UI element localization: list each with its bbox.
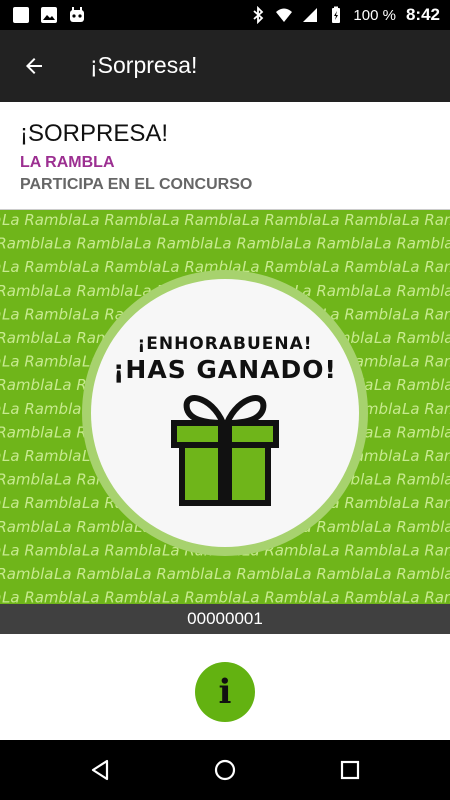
- pattern-word: La Rambla: [242, 589, 321, 604]
- back-triangle-icon: [91, 759, 109, 781]
- pattern-word: La Rambla: [322, 258, 401, 276]
- pattern-word: La Rambla: [402, 211, 450, 229]
- android-robot-icon: [70, 7, 84, 22]
- pattern-word: La Rambla: [162, 589, 241, 604]
- promo-subtitle: PARTICIPA EN EL CONCURSO: [20, 176, 253, 193]
- pattern-word: La Rambla: [82, 258, 161, 276]
- pattern-word: La Rambla: [242, 211, 321, 229]
- pattern-word: La Rambla: [374, 235, 450, 253]
- prize-badge: ¡ENHORABUENA! ¡HAS GANADO!: [91, 279, 359, 547]
- image-icon: [41, 7, 57, 23]
- status-right: 100 % 8:42: [249, 0, 440, 30]
- pattern-word: La Rambla: [294, 565, 373, 583]
- wifi-icon: [276, 8, 293, 22]
- pattern-word: La Rambla: [134, 565, 213, 583]
- pattern-word: La Rambla: [0, 282, 53, 300]
- pattern-word: La Rambla: [2, 447, 81, 465]
- info-icon: i: [218, 672, 232, 712]
- pattern-word: La Rambla: [54, 518, 133, 536]
- app-square-icon: [13, 7, 29, 23]
- promo-title: ¡SORPRESA!: [20, 120, 169, 147]
- pattern-word: La Rambla: [374, 329, 450, 347]
- recents-square-icon: [340, 760, 360, 780]
- nav-back-button[interactable]: [80, 750, 120, 790]
- pattern-word: La Rambla: [0, 423, 53, 441]
- pattern-word: La Rambla: [402, 589, 450, 604]
- app-bar: ¡Sorpresa!: [0, 30, 450, 102]
- pattern-word: La Rambla: [82, 541, 161, 559]
- pattern-word: La Rambla: [0, 376, 53, 394]
- promo-header: ¡SORPRESA! LA RAMBLA PARTICIPA EN EL CON…: [0, 102, 450, 210]
- pattern-word: La Rambla: [214, 565, 293, 583]
- pattern-word: La Rambla: [374, 282, 450, 300]
- app-bar-title: ¡Sorpresa!: [90, 52, 198, 78]
- gift-icon: [171, 395, 279, 506]
- pattern-word: La Rambla: [402, 400, 450, 418]
- status-bar: 100 % 8:42: [0, 0, 450, 30]
- arrow-left-icon: [26, 58, 42, 74]
- pattern-word: La Rambla: [214, 235, 293, 253]
- signal-icon: [303, 8, 318, 22]
- bottom-panel: i: [0, 634, 450, 740]
- nav-recents-button[interactable]: [330, 750, 370, 790]
- pattern-word: La Rambla: [134, 235, 213, 253]
- pattern-word: La Rambla: [402, 353, 450, 371]
- bluetooth-icon: [253, 6, 264, 24]
- pattern-word: La Rambla: [374, 471, 450, 489]
- pattern-word: La Rambla: [402, 541, 450, 559]
- pattern-word: La Rambla: [374, 518, 450, 536]
- pattern-word: La Rambla: [2, 353, 81, 371]
- prize-won-text: ¡HAS GANADO!: [113, 355, 337, 384]
- navigation-bar: [0, 740, 450, 800]
- pattern-word: La Rambla: [2, 589, 81, 604]
- pattern-word: La Rambla: [374, 565, 450, 583]
- pattern-word: La Rambla: [0, 518, 53, 536]
- pattern-word: La Rambla: [402, 258, 450, 276]
- clock-time: 8:42: [405, 5, 440, 24]
- pattern-word: La Rambla: [82, 211, 161, 229]
- pattern-word: La Rambla: [54, 235, 133, 253]
- pattern-word: La Rambla: [322, 211, 401, 229]
- pattern-word: La Rambla: [2, 211, 81, 229]
- pattern-word: La Rambla: [294, 235, 373, 253]
- pattern-word: La Rambla: [54, 565, 133, 583]
- status-left-icons: [12, 6, 86, 24]
- pattern-word: La Rambla: [162, 211, 241, 229]
- pattern-word: La Rambla: [374, 423, 450, 441]
- nav-home-button[interactable]: [205, 750, 245, 790]
- battery-percent: 100 %: [353, 6, 396, 24]
- pattern-word: La Rambla: [0, 235, 53, 253]
- pattern-word: La Rambla: [82, 589, 161, 604]
- prize-code: 00000001: [0, 604, 450, 634]
- promo-place: LA RAMBLA: [20, 154, 115, 171]
- pattern-word: La Rambla: [0, 565, 53, 583]
- info-button[interactable]: i: [195, 662, 255, 722]
- pattern-word: La Rambla: [322, 589, 401, 604]
- pattern-word: La Rambla: [0, 471, 53, 489]
- prize-congrats-text: ¡ENHORABUENA!: [137, 334, 313, 354]
- pattern-word: La Rambla: [54, 282, 133, 300]
- pattern-word: La Rambla: [2, 305, 81, 323]
- pattern-word: La Rambla: [402, 305, 450, 323]
- home-circle-icon: [214, 759, 236, 781]
- pattern-word: La Rambla: [0, 329, 53, 347]
- pattern-word: La Rambla: [2, 541, 81, 559]
- pattern-word: La Rambla: [374, 376, 450, 394]
- pattern-word: La Rambla: [2, 400, 81, 418]
- back-button[interactable]: [14, 46, 54, 86]
- pattern-word: La Rambla: [2, 258, 81, 276]
- pattern-word: La Rambla: [402, 447, 450, 465]
- battery-icon: [332, 6, 341, 23]
- pattern-word: La Rambla: [322, 541, 401, 559]
- pattern-word: La Rambla: [402, 494, 450, 512]
- pattern-word: La Rambla: [2, 494, 81, 512]
